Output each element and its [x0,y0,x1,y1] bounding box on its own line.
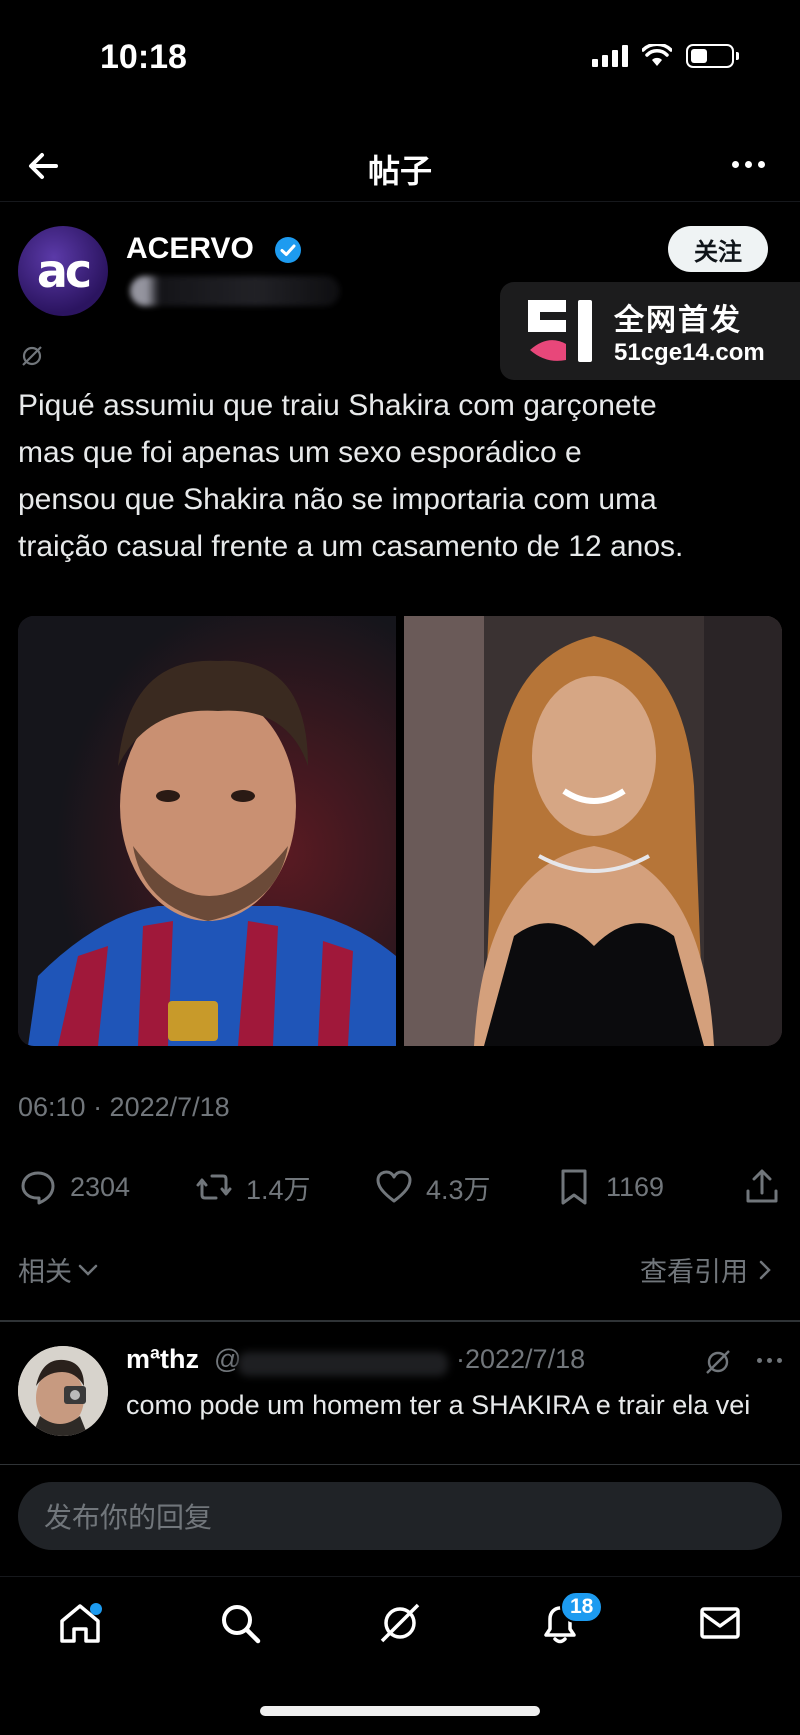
reply-avatar[interactable] [18,1346,108,1436]
avatar-photo [18,1346,108,1436]
reply-item[interactable]: mªthz @ ·2022/7/18 como pode um homem te… [18,1340,782,1458]
battery-icon [686,44,739,68]
watermark-url: 51cge14.com [614,339,765,366]
photo-man-football-jersey [18,616,396,1046]
reply-count: 2304 [70,1171,131,1202]
photo-woman-black-dress [404,616,782,1046]
bookmark-button[interactable]: 1169 [554,1162,664,1212]
like-button[interactable]: 4.3万 [374,1162,491,1212]
nav-search[interactable] [210,1593,270,1653]
page-title: 帖子 [367,153,432,189]
watermark: 全网首发 51cge14.com [500,282,800,380]
repost-icon [196,1174,232,1200]
home-indicator[interactable] [260,1706,540,1716]
bottom-navigation: 18 [0,1576,800,1696]
watermark-title: 全网首发 [614,304,742,337]
reply-more-icon[interactable] [757,1358,782,1363]
bookmark-icon [561,1169,587,1205]
chevron-down-icon [78,1264,98,1276]
repost-button[interactable]: 1.4万 [194,1162,311,1212]
reply-divider [0,1464,800,1465]
wifi-icon [642,44,672,66]
grok-icon [380,1603,420,1643]
media-image-shakira[interactable] [404,616,782,1046]
view-quotes-label: 查看引用 [640,1257,748,1287]
repost-count: 1.4万 [246,1174,311,1205]
notifications-badge: 18 [560,1591,604,1623]
reply-author-name[interactable]: mªthz [126,1344,199,1375]
bookmark-count: 1169 [606,1171,665,1202]
related-toggle[interactable]: 相关 [18,1250,100,1289]
like-count: 4.3万 [426,1174,491,1205]
follow-button[interactable]: 关注 [668,226,768,272]
top-bar: 帖子 [0,130,800,202]
reply-compose-input[interactable]: 发布你的回复 [18,1482,782,1550]
status-icons [592,44,739,68]
home-unread-dot [90,1603,102,1615]
media-image-pique[interactable] [18,616,396,1046]
compose-placeholder: 发布你的回复 [44,1502,213,1533]
reply-date: ·2022/7/18 [456,1344,586,1374]
status-time: 10:18 [100,38,187,76]
share-button[interactable] [742,1162,782,1212]
nav-grok[interactable] [370,1593,430,1653]
grok-icon[interactable] [704,1348,732,1376]
nav-messages[interactable] [690,1593,750,1653]
reply-button[interactable]: 2304 [18,1162,130,1212]
nav-notifications[interactable]: 18 [530,1591,604,1653]
share-icon [746,1169,778,1203]
verified-badge-icon [275,237,301,263]
post-actions: 2304 1.4万 4.3万 1169 [18,1162,782,1212]
status-bar: 10:18 [0,0,800,120]
author-avatar[interactable]: ac [18,226,108,316]
grok-icon[interactable] [20,344,44,368]
reply-icon [21,1171,55,1205]
search-icon [222,1605,261,1644]
related-label: 相关 [18,1257,72,1287]
reply-text: como pode um homem ter a SHAKIRA e trair… [126,1390,751,1420]
section-divider [0,1320,800,1322]
signal-icon [592,45,628,67]
more-options-icon[interactable] [726,152,770,176]
mail-icon [700,1607,740,1639]
reply-handle-redacted [238,1352,448,1376]
chevron-right-icon [759,1260,771,1279]
post-text: Piqué assumiu que traiu Shakira com garç… [18,389,684,563]
post-timestamp: 06:10 · 2022/7/18 [18,1092,230,1122]
author-handle-redacted [130,276,340,306]
heart-icon [376,1170,412,1203]
author-name[interactable]: ACERVO [126,232,254,266]
view-quotes-link[interactable]: 查看引用 [640,1250,774,1289]
watermark-logo-icon [528,300,592,362]
nav-home[interactable] [50,1593,110,1653]
post-media[interactable] [18,616,782,1046]
